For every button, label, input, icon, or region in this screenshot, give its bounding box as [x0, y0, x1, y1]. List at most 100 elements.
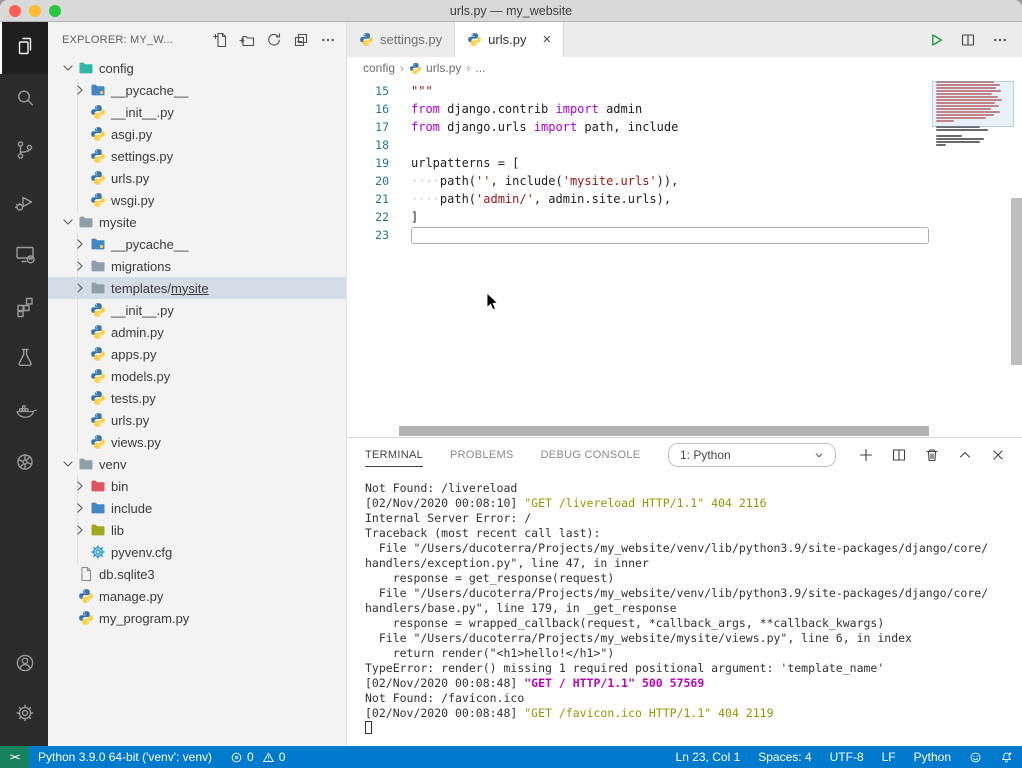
chevron-right-icon[interactable]	[72, 236, 88, 252]
zoom-window-button[interactable]	[49, 5, 61, 17]
chevron-right-icon[interactable]	[72, 82, 88, 98]
refresh-icon[interactable]	[266, 32, 282, 48]
close-panel-icon[interactable]	[990, 447, 1006, 463]
activity-account[interactable]	[0, 640, 48, 690]
remote-indicator[interactable]: ><	[0, 746, 29, 768]
tree-item-lib[interactable]: lib	[48, 519, 346, 541]
tree-item-config[interactable]: config	[48, 57, 346, 79]
problems-status[interactable]: 0 0	[221, 746, 294, 768]
tree-item-views-py[interactable]: views.py	[48, 431, 346, 453]
chevron-right-icon[interactable]	[72, 258, 88, 274]
tree-item--init-py[interactable]: __init__.py	[48, 101, 346, 123]
tree-item--pycache-[interactable]: __pycache__	[48, 79, 346, 101]
panel-tab-problems[interactable]: PROBLEMS	[450, 438, 514, 472]
tree-item-tests-py[interactable]: tests.py	[48, 387, 346, 409]
more-icon[interactable]	[992, 32, 1008, 48]
chevron-right-icon[interactable]	[72, 478, 88, 494]
eol-status[interactable]: LF	[873, 746, 905, 768]
cursor-position-status[interactable]: Ln 23, Col 1	[667, 746, 750, 768]
split-terminal-icon[interactable]	[891, 447, 907, 463]
code-line[interactable]: 17from django.urls import path, include	[347, 118, 1022, 136]
tree-item-migrations[interactable]: migrations	[48, 255, 346, 277]
chevron-down-icon[interactable]	[60, 214, 76, 230]
tree-item--pycache-[interactable]: __pycache__	[48, 233, 346, 255]
tree-item-venv[interactable]: venv	[48, 453, 346, 475]
activity-extensions[interactable]	[0, 282, 48, 334]
tree-item-wsgi-py[interactable]: wsgi.py	[48, 189, 346, 211]
terminal-output[interactable]: Not Found: /livereload[02/Nov/2020 00:08…	[347, 472, 1022, 746]
horizontal-scrollbar[interactable]	[399, 426, 929, 436]
close-tab-icon[interactable]: ×	[542, 32, 551, 47]
more-icon[interactable]	[320, 32, 336, 48]
minimize-window-button[interactable]	[29, 5, 41, 17]
breadcrumb-item[interactable]: ...	[475, 61, 485, 75]
docker-icon	[13, 398, 37, 427]
tab-urls-py[interactable]: urls.py×	[455, 22, 564, 57]
tree-item-urls-py[interactable]: urls.py	[48, 409, 346, 431]
panel-tab-debug-console[interactable]: DEBUG CONSOLE	[541, 438, 641, 472]
code-line[interactable]: 22]	[347, 208, 1022, 226]
tree-item-mysite[interactable]: mysite	[48, 211, 346, 233]
panel-tab-terminal[interactable]: TERMINAL	[365, 438, 423, 472]
run-icon[interactable]	[928, 32, 944, 48]
encoding-status[interactable]: UTF-8	[821, 746, 873, 768]
breadcrumb-item[interactable]: config	[363, 61, 395, 75]
tree-item-manage-py[interactable]: manage.py	[48, 585, 346, 607]
tree-item-templates[interactable]: templates / mysite	[48, 277, 346, 299]
activity-testing[interactable]	[0, 334, 48, 386]
new-folder-icon[interactable]	[239, 32, 255, 48]
close-window-button[interactable]	[9, 5, 21, 17]
activity-docker[interactable]	[0, 386, 48, 438]
activity-explorer[interactable]	[0, 22, 48, 74]
code-line[interactable]: 15"""	[347, 82, 1022, 100]
tab-settings-py[interactable]: settings.py	[347, 22, 455, 57]
new-file-icon[interactable]	[212, 32, 228, 48]
tree-item-models-py[interactable]: models.py	[48, 365, 346, 387]
indentation-status[interactable]: Spaces: 4	[749, 746, 820, 768]
editor[interactable]: 15"""16from django.contrib import admin1…	[347, 79, 1022, 437]
tree-item-pyvenv-cfg[interactable]: pyvenv.cfg	[48, 541, 346, 563]
tree-item-urls-py[interactable]: urls.py	[48, 167, 346, 189]
tree-item-apps-py[interactable]: apps.py	[48, 343, 346, 365]
chevron-right-icon[interactable]	[72, 522, 88, 538]
chevron-down-icon[interactable]	[60, 456, 76, 472]
tree-item-asgi-py[interactable]: asgi.py	[48, 123, 346, 145]
terminal-shell-select[interactable]: 1: Python	[668, 443, 836, 467]
bell-status[interactable]	[991, 746, 1022, 768]
language-mode-status[interactable]: Python	[905, 746, 960, 768]
tree-item-db-sqlite3[interactable]: db.sqlite3	[48, 563, 346, 585]
maximize-panel-icon[interactable]	[957, 447, 973, 463]
activity-run-debug[interactable]	[0, 178, 48, 230]
breadcrumb-item[interactable]: urls.py	[409, 61, 461, 75]
chevron-right-icon[interactable]	[72, 500, 88, 516]
tree-item--init-py[interactable]: __init__.py	[48, 299, 346, 321]
activity-kubernetes[interactable]	[0, 438, 48, 490]
code-line[interactable]: 19urlpatterns = [	[347, 154, 1022, 172]
code-line[interactable]: 23	[347, 226, 1022, 244]
new-terminal-icon[interactable]	[858, 447, 874, 463]
tree-item-include[interactable]: include	[48, 497, 346, 519]
activity-remote-explorer[interactable]	[0, 230, 48, 282]
feedback-status[interactable]	[960, 746, 991, 768]
python-interpreter-status[interactable]: Python 3.9.0 64-bit ('venv': venv)	[29, 746, 221, 768]
code-line[interactable]: 18	[347, 136, 1022, 154]
kill-terminal-icon[interactable]	[924, 447, 940, 463]
code-line[interactable]: 21····path('admin/', admin.site.urls),	[347, 190, 1022, 208]
tree-item-admin-py[interactable]: admin.py	[48, 321, 346, 343]
activity-settings[interactable]	[0, 690, 48, 740]
chevron-right-icon[interactable]	[72, 280, 88, 296]
chevron-down-icon[interactable]	[60, 60, 76, 76]
tree-item-link[interactable]: mysite	[171, 281, 209, 296]
code-line[interactable]: 20····path('', include('mysite.urls')),	[347, 172, 1022, 190]
tree-item-settings-py[interactable]: settings.py	[48, 145, 346, 167]
minimap-slider[interactable]	[932, 81, 1014, 127]
collapse-all-icon[interactable]	[293, 32, 309, 48]
split-editor-icon[interactable]	[960, 32, 976, 48]
tree-item-bin[interactable]: bin	[48, 475, 346, 497]
code-line[interactable]: 16from django.contrib import admin	[347, 100, 1022, 118]
tree-item-my-program-py[interactable]: my_program.py	[48, 607, 346, 629]
activity-source-control[interactable]	[0, 126, 48, 178]
minimap[interactable]	[936, 81, 1010, 435]
vertical-scrollbar[interactable]	[1011, 198, 1022, 365]
activity-search[interactable]	[0, 74, 48, 126]
